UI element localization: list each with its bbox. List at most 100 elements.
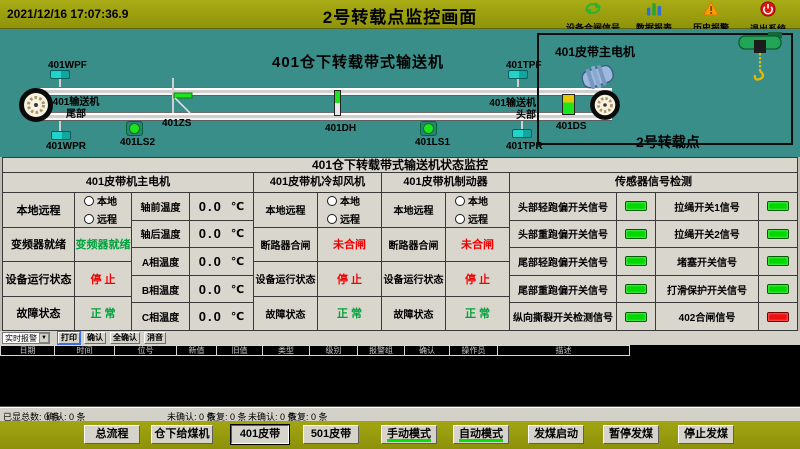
sensor-label-zs: 401ZS bbox=[162, 118, 191, 129]
radio-local[interactable]: 本地 bbox=[84, 193, 117, 208]
mute-button[interactable]: 消音 bbox=[144, 332, 166, 344]
status-value: 未合闸 bbox=[318, 228, 382, 263]
sensor-lamp-cell bbox=[759, 248, 798, 276]
strut bbox=[59, 78, 61, 87]
status-value: 正 常 bbox=[75, 297, 132, 332]
radio-local[interactable]: 本地 bbox=[455, 193, 488, 208]
power-icon bbox=[760, 1, 776, 22]
tail-label: 401输送机尾部 bbox=[52, 97, 100, 121]
row-label: 断路器合闸 bbox=[254, 228, 318, 263]
manual-mode-button[interactable]: 手动模式 bbox=[381, 425, 437, 444]
alarm-col-group: 报警组 bbox=[358, 345, 405, 356]
radio-circle-icon[interactable] bbox=[455, 214, 465, 224]
sensor-label: 堵塞开关信号 bbox=[656, 248, 759, 276]
temp-label: C相温度 bbox=[132, 303, 190, 331]
signal-lamp-on bbox=[767, 256, 789, 266]
sensor-label-ls1: 401LS1 bbox=[415, 137, 450, 148]
radio-circle-icon[interactable] bbox=[327, 214, 337, 224]
signal-lamp-on bbox=[625, 229, 647, 239]
row-label: 断路器合闸 bbox=[382, 228, 446, 263]
monitor-title: 401仓下转载带式输送机状态监控 bbox=[2, 157, 798, 173]
alarm-col-desc: 描述 bbox=[498, 345, 630, 356]
sensor-lamp-cell bbox=[759, 221, 798, 249]
status-value: 正 常 bbox=[318, 297, 382, 332]
row-label: 本地远程 bbox=[254, 193, 318, 228]
sensor-label-ds: 401DS bbox=[556, 121, 587, 132]
status-value: 停 止 bbox=[75, 262, 132, 297]
row-label: 设备运行状态 bbox=[382, 262, 446, 297]
radio-remote[interactable]: 远程 bbox=[327, 211, 360, 226]
deviation-sensor-icon bbox=[512, 129, 532, 138]
sensor-signal-grid: 头部轻跑偏开关信号 拉绳开关1信号 头部重跑偏开关信号 拉绳开关2信号 尾部轻跑… bbox=[510, 193, 798, 331]
alarm-list[interactable] bbox=[0, 356, 800, 407]
temp-value-cell: 0.0℃ bbox=[190, 221, 254, 249]
page-title: 2号转载点监控画面 bbox=[323, 3, 477, 28]
radio-circle-icon[interactable] bbox=[327, 196, 337, 206]
radio-circle-icon[interactable] bbox=[84, 214, 94, 224]
status-value: 停 止 bbox=[446, 262, 510, 297]
nav-belt-501-button[interactable]: 501皮带 bbox=[303, 425, 359, 444]
motor-icon bbox=[578, 60, 618, 92]
row-label: 本地远程 bbox=[382, 193, 446, 228]
temp-label: 轴前温度 bbox=[132, 193, 190, 221]
warning-icon bbox=[703, 1, 719, 21]
transfer-point-label: 2号转载点 bbox=[636, 132, 700, 152]
signal-lamp-on bbox=[625, 256, 647, 266]
stop-coal-button[interactable]: 停止发煤 bbox=[678, 425, 734, 444]
alarm-col-oldval: 旧值 bbox=[217, 345, 263, 356]
sensor-lamp-cell bbox=[759, 276, 798, 304]
radio-remote[interactable]: 远程 bbox=[455, 211, 488, 226]
sync-icon bbox=[584, 1, 602, 21]
row-label: 变频器就绪 bbox=[2, 228, 75, 263]
radio-circle-icon[interactable] bbox=[455, 196, 465, 206]
pull-cord-sensor-icon bbox=[126, 121, 143, 136]
pause-coal-button[interactable]: 暂停发煤 bbox=[603, 425, 659, 444]
alarm-col-date: 日期 bbox=[0, 345, 55, 356]
status-monitor-table: 401仓下转载带式输送机状态监控 401皮带机主电机 401皮带机冷却风机 40… bbox=[0, 157, 800, 331]
row-label: 故障状态 bbox=[254, 297, 318, 332]
sensor-label-wpr: 401WPR bbox=[46, 141, 86, 152]
alarm-col-time: 时间 bbox=[55, 345, 115, 356]
signal-lamp-on bbox=[625, 312, 647, 322]
ack-all-button[interactable]: 全确认 bbox=[110, 332, 140, 344]
auto-mode-button[interactable]: 自动模式 bbox=[453, 425, 509, 444]
nav-belt-401-button[interactable]: 401皮带 bbox=[231, 425, 289, 444]
alarm-col-tag: 位号 bbox=[115, 345, 177, 356]
radio-circle-icon[interactable] bbox=[84, 196, 94, 206]
tail-pulley-wheel bbox=[19, 88, 53, 122]
tear-sensor-icon bbox=[334, 90, 341, 116]
temp-value-cell: 0.0℃ bbox=[190, 248, 254, 276]
start-coal-button[interactable]: 发煤启动 bbox=[528, 425, 584, 444]
col-header-brake: 401皮带机制动器 bbox=[382, 173, 510, 193]
alarm-col-ack: 确认 bbox=[405, 345, 450, 356]
radio-remote[interactable]: 远程 bbox=[84, 211, 117, 226]
status-value: 未合闸 bbox=[446, 228, 510, 263]
local-remote-radios: 本地 远程 bbox=[318, 193, 382, 228]
main-motor-status-grid: 本地远程 本地 远程 变频器就绪 变频器就绪 设备运行状态 停 止 故障状态 正… bbox=[2, 193, 132, 331]
sensor-lamp-cell bbox=[759, 193, 798, 221]
nav-feeder-button[interactable]: 仓下给煤机 bbox=[151, 425, 213, 444]
main-motor-temp-grid: 轴前温度 0.0℃ 轴后温度 0.0℃ A相温度 0.0℃ B相温度 0.0℃ … bbox=[132, 193, 254, 331]
head-pulley-wheel bbox=[590, 90, 620, 120]
row-label: 设备运行状态 bbox=[2, 262, 75, 297]
signal-lamp-on bbox=[767, 229, 789, 239]
ack-button[interactable]: 确认 bbox=[84, 332, 106, 344]
sensor-label-ls2: 401LS2 bbox=[120, 137, 155, 148]
radio-local[interactable]: 本地 bbox=[327, 193, 360, 208]
print-button[interactable]: 打印 bbox=[58, 332, 80, 344]
monitor-header-row: 401皮带机主电机 401皮带机冷却风机 401皮带机制动器 传感器信号检测 bbox=[2, 173, 798, 193]
status-value: 正 常 bbox=[446, 297, 510, 332]
temp-value-cell: 0.0℃ bbox=[190, 193, 254, 221]
chevron-down-icon[interactable]: ▼ bbox=[39, 333, 49, 343]
sensor-label: 头部重跑偏开关信号 bbox=[510, 221, 617, 249]
col-header-main-motor: 401皮带机主电机 bbox=[2, 173, 254, 193]
deviation-sensor-icon bbox=[51, 131, 71, 140]
sensor-label-dh: 401DH bbox=[325, 123, 356, 134]
monitor-body: 本地远程 本地 远程 变频器就绪 变频器就绪 设备运行状态 停 止 故障状态 正… bbox=[2, 193, 798, 331]
signal-lamp-on bbox=[767, 201, 789, 211]
nav-main-flow-button[interactable]: 总流程 bbox=[84, 425, 140, 444]
sensor-lamp-cell bbox=[617, 303, 656, 331]
alarm-filter-dropdown[interactable]: 实时报警 ▼ bbox=[2, 332, 50, 344]
alarm-col-level: 级别 bbox=[310, 345, 358, 356]
bar-chart-icon bbox=[646, 1, 662, 21]
